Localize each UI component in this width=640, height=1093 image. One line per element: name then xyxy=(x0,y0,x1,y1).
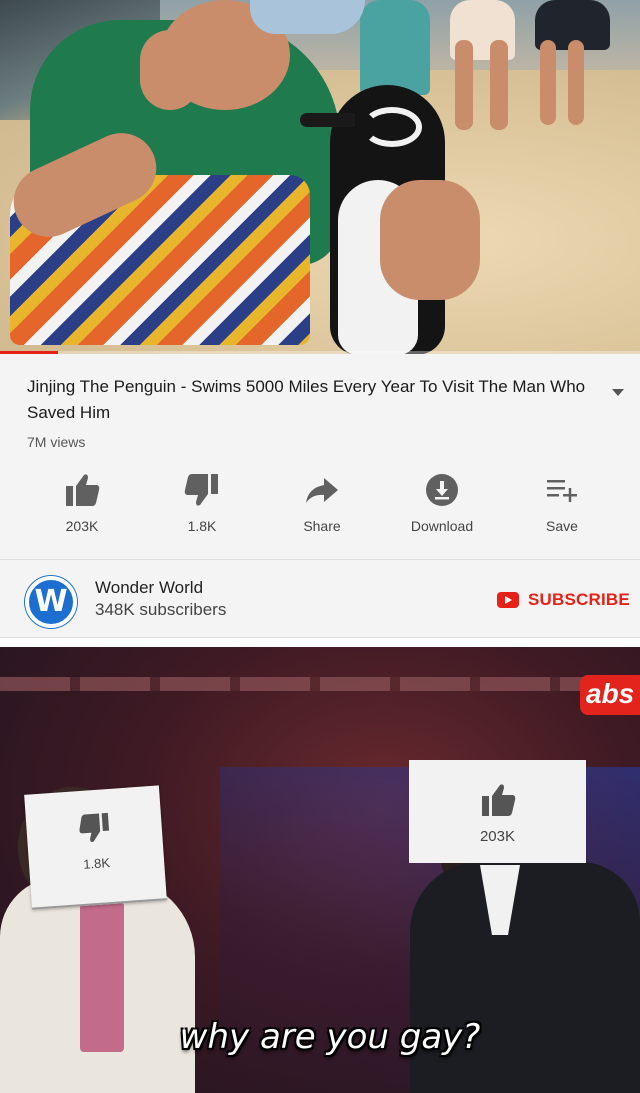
dislike-count: 1.8K xyxy=(187,518,217,534)
thumbs-down-icon xyxy=(184,474,218,506)
share-button[interactable]: Share xyxy=(262,472,382,546)
thumbs-up-icon xyxy=(66,474,100,506)
youtube-play-icon xyxy=(497,592,519,608)
subscribe-label: SUBSCRIBE xyxy=(528,590,630,609)
like-button[interactable]: 203K xyxy=(22,472,142,546)
download-button[interactable]: Download xyxy=(382,472,502,546)
like-card: 203K xyxy=(409,760,586,863)
guest-dark-suit xyxy=(410,862,640,1093)
avatar-letter: W xyxy=(34,584,68,619)
channel-row: W Wonder World 348K subscribers SUBSCRIB… xyxy=(0,560,640,638)
like-card-count: 203K xyxy=(479,828,516,845)
dislike-card-count: 1.8K xyxy=(82,855,111,872)
channel-avatar[interactable]: W xyxy=(25,576,77,628)
chevron-down-icon[interactable] xyxy=(612,389,624,396)
dislike-card: 1.8K xyxy=(24,785,167,910)
background-leg xyxy=(540,40,556,125)
meme-caption: why are you gay? xyxy=(179,1017,481,1057)
video-player[interactable] xyxy=(0,0,640,354)
subscriber-count: 348K subscribers xyxy=(95,600,227,619)
background-leg xyxy=(490,40,508,130)
share-arrow-icon xyxy=(306,478,338,503)
view-count: 7M views xyxy=(27,434,86,450)
save-button[interactable]: Save xyxy=(502,472,622,546)
channel-name[interactable]: Wonder World xyxy=(95,578,203,598)
man-hand-on-penguin xyxy=(380,180,480,300)
download-label: Download xyxy=(410,518,474,534)
man-figure xyxy=(2,0,365,354)
baseball-cap xyxy=(250,0,365,34)
man-hand xyxy=(140,30,200,110)
playlist-add-icon xyxy=(547,480,577,502)
action-bar: 203K 1.8K Share Download Save xyxy=(0,472,640,546)
save-label: Save xyxy=(546,518,578,534)
thumbs-down-icon xyxy=(78,812,109,843)
studio-light-strip xyxy=(0,677,640,691)
like-count: 203K xyxy=(65,518,99,534)
share-label: Share xyxy=(303,518,341,534)
dislike-button[interactable]: 1.8K xyxy=(142,472,262,546)
video-info-panel: Jinjing The Penguin - Swims 5000 Miles E… xyxy=(0,354,640,644)
thumbs-up-icon xyxy=(481,784,515,816)
background-person xyxy=(360,0,430,95)
panel-gap xyxy=(0,638,640,647)
meme-image: abs 1.8K 203K why are you gay? xyxy=(0,647,640,1093)
background-leg xyxy=(568,40,584,125)
network-logo: abs xyxy=(580,675,640,715)
video-title[interactable]: Jinjing The Penguin - Swims 5000 Miles E… xyxy=(27,374,597,426)
download-icon xyxy=(426,474,458,506)
subscribe-button[interactable]: SUBSCRIBE xyxy=(497,589,630,611)
